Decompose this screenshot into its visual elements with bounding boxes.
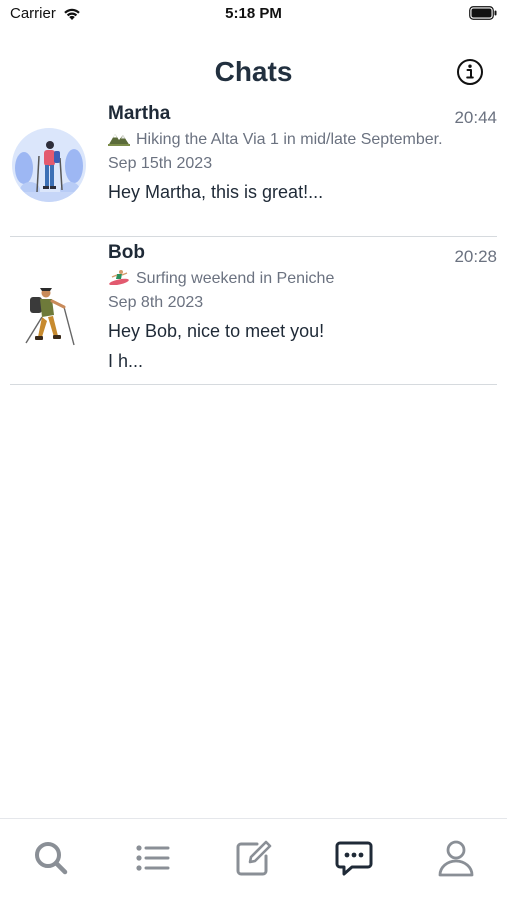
chat-item-martha[interactable]: Martha 20:44 Hiking the Alta Via 1 in mi… — [0, 98, 507, 237]
avatar — [12, 128, 86, 202]
chat-time: 20:28 — [454, 247, 497, 266]
chat-item-bob[interactable]: Bob 20:28 Surfing weekend in Peniche Sep… — [0, 237, 507, 385]
chat-bubble-icon — [335, 841, 373, 876]
compose-icon — [236, 840, 272, 876]
trip-date: Sep 8th 2023 — [108, 294, 204, 311]
divider — [10, 383, 497, 385]
trip-title-line: Hiking the Alta Via 1 in mid/late Septem… — [108, 128, 497, 152]
chat-name: Bob — [108, 242, 145, 263]
status-time: 5:18 PM — [225, 5, 282, 22]
tab-bar — [0, 818, 507, 900]
surfer-icon — [109, 270, 129, 285]
chat-body: Bob 20:28 Surfing weekend in Peniche Sep… — [108, 241, 497, 375]
battery-icon — [469, 6, 497, 20]
mountain-icon — [108, 134, 130, 146]
avatar — [25, 288, 75, 346]
page-title: Chats — [214, 56, 293, 87]
chats-screen: Carrier 5:18 PM Chats Martha 20:44 Hikin… — [0, 0, 507, 900]
trip-title-line: Surfing weekend in Peniche — [108, 267, 497, 291]
trip-title: Surfing weekend in Peniche — [136, 270, 335, 287]
search-icon — [35, 842, 68, 875]
message-preview: Hey Martha, this is great!... — [108, 182, 324, 202]
chat-list: Martha 20:44 Hiking the Alta Via 1 in mi… — [0, 98, 507, 385]
chat-time: 20:44 — [454, 108, 497, 127]
tab-search[interactable] — [21, 833, 81, 883]
chat-body: Martha 20:44 Hiking the Alta Via 1 in mi… — [108, 102, 497, 206]
list-icon — [136, 845, 170, 871]
header: Chats — [0, 52, 507, 92]
trip-title: Hiking the Alta Via 1 in mid/late Septem… — [136, 131, 443, 148]
message-preview: Hey Bob, nice to meet you! — [108, 321, 325, 341]
tab-compose[interactable] — [223, 833, 283, 883]
profile-icon — [438, 840, 474, 877]
info-circle-icon[interactable] — [456, 58, 484, 86]
trip-date: Sep 15th 2023 — [108, 155, 213, 172]
tab-chats[interactable] — [324, 833, 384, 883]
tab-list[interactable] — [122, 833, 182, 883]
tab-profile[interactable] — [426, 833, 486, 883]
status-bar: Carrier 5:18 PM — [0, 0, 507, 28]
chat-name: Martha — [108, 103, 171, 124]
message-preview-line-2: I h... — [108, 351, 144, 371]
